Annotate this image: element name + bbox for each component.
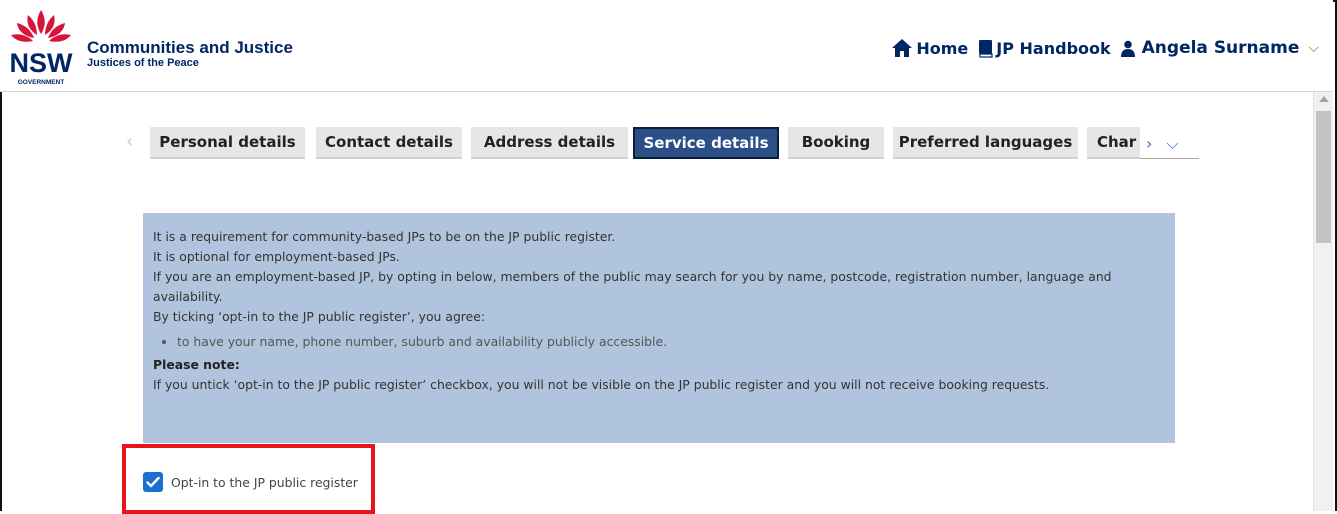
tab-service-details[interactable]: Service details bbox=[633, 127, 779, 159]
nav-handbook-label: JP Handbook bbox=[996, 38, 1111, 58]
note-title: Please note: bbox=[153, 357, 240, 372]
logo-subtext: GOVERNMENT bbox=[18, 79, 65, 86]
user-icon bbox=[1120, 40, 1135, 57]
scroll-up-icon[interactable] bbox=[1319, 96, 1329, 102]
home-icon bbox=[892, 39, 913, 57]
section-tabs: ‹ Personal details Contact details Addre… bbox=[126, 127, 1199, 160]
user-name: Angela Surname bbox=[1141, 38, 1300, 58]
vertical-scrollbar[interactable] bbox=[1313, 92, 1333, 511]
logo-wordmark: NSW bbox=[10, 48, 74, 78]
info-bullet: to have your name, phone number, suburb … bbox=[177, 332, 1165, 352]
tab-address-details[interactable]: Address details bbox=[471, 127, 628, 159]
site-subtitle: Justices of the Peace bbox=[87, 57, 199, 69]
tab-truncated[interactable]: Char bbox=[1087, 127, 1140, 159]
tab-booking[interactable]: Booking bbox=[788, 127, 884, 159]
chevron-down-icon: ⌵ bbox=[1308, 40, 1319, 56]
tab-personal-details[interactable]: Personal details bbox=[150, 127, 305, 159]
tabs-prev-chevron-icon[interactable]: ‹ bbox=[126, 131, 133, 152]
opt-in-label[interactable]: Opt-in to the JP public register bbox=[171, 475, 358, 490]
tabs-menu-chevron-down-icon[interactable]: ⌵ bbox=[1166, 134, 1178, 154]
opt-in-row[interactable]: Opt-in to the JP public register bbox=[143, 472, 358, 492]
scrollbar-thumb[interactable] bbox=[1316, 111, 1331, 243]
info-bullet-list: to have your name, phone number, suburb … bbox=[177, 332, 1165, 352]
site-title: Communities and Justice bbox=[87, 38, 293, 57]
tab-preferred-languages[interactable]: Preferred languages bbox=[893, 127, 1078, 159]
opt-in-info-panel: It is a requirement for community-based … bbox=[143, 213, 1175, 443]
tabs-next-chevron-icon[interactable]: › bbox=[1146, 134, 1152, 153]
book-icon bbox=[979, 39, 993, 58]
opt-in-checkbox[interactable] bbox=[143, 472, 163, 492]
user-menu[interactable]: Angela Surname ⌵ bbox=[1120, 38, 1319, 58]
tabs-overflow-controls: › ⌵ bbox=[1140, 129, 1199, 159]
site-header: NSW GOVERNMENT Communities and Justice J… bbox=[0, 0, 1333, 92]
checkmark-icon bbox=[146, 476, 160, 488]
nav-handbook-link[interactable]: JP Handbook bbox=[978, 38, 1111, 58]
info-line: It is a requirement for community-based … bbox=[153, 229, 616, 244]
note-text: If you untick ‘opt-in to the JP public r… bbox=[153, 377, 1050, 392]
nav-home-link[interactable]: Home bbox=[891, 38, 968, 58]
brand-block: Communities and Justice Justices of the … bbox=[87, 38, 293, 70]
info-line: By ticking ‘opt-in to the JP public regi… bbox=[153, 309, 486, 324]
top-navigation: Home JP Handbook Angela Surname ⌵ bbox=[891, 38, 1319, 58]
info-line: If you are an employment-based JP, by op… bbox=[153, 269, 1112, 304]
nav-home-label: Home bbox=[916, 38, 969, 58]
tab-contact-details[interactable]: Contact details bbox=[316, 127, 462, 159]
nsw-government-logo[interactable]: NSW GOVERNMENT bbox=[8, 8, 74, 88]
info-line: It is optional for employment-based JPs. bbox=[153, 249, 400, 264]
